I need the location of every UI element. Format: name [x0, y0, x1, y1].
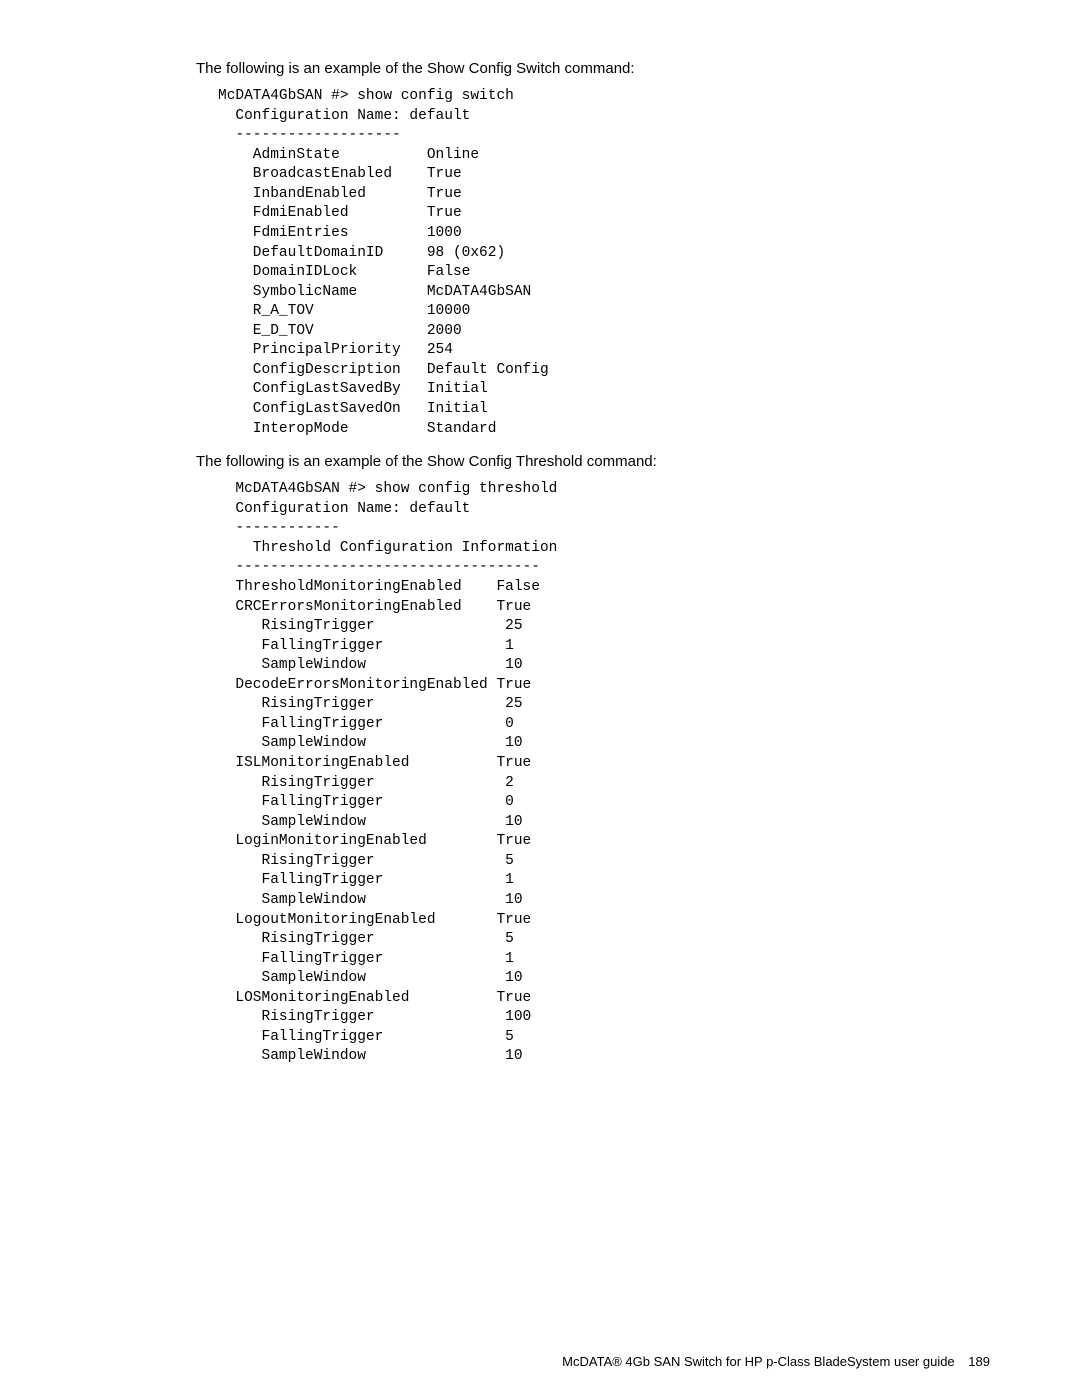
intro-text-1: The following is an example of the Show …: [196, 60, 990, 77]
footer-title: McDATA® 4Gb SAN Switch for HP p-Class Bl…: [562, 1354, 955, 1369]
page: The following is an example of the Show …: [0, 0, 1080, 1397]
page-footer: McDATA® 4Gb SAN Switch for HP p-Class Bl…: [562, 1354, 990, 1369]
footer-page-number: 189: [968, 1354, 990, 1369]
intro-text-2: The following is an example of the Show …: [196, 453, 990, 470]
code-block-show-config-threshold: McDATA4GbSAN #> show config threshold Co…: [218, 480, 990, 1067]
code-block-show-config-switch: McDATA4GbSAN #> show config switch Confi…: [218, 87, 990, 439]
